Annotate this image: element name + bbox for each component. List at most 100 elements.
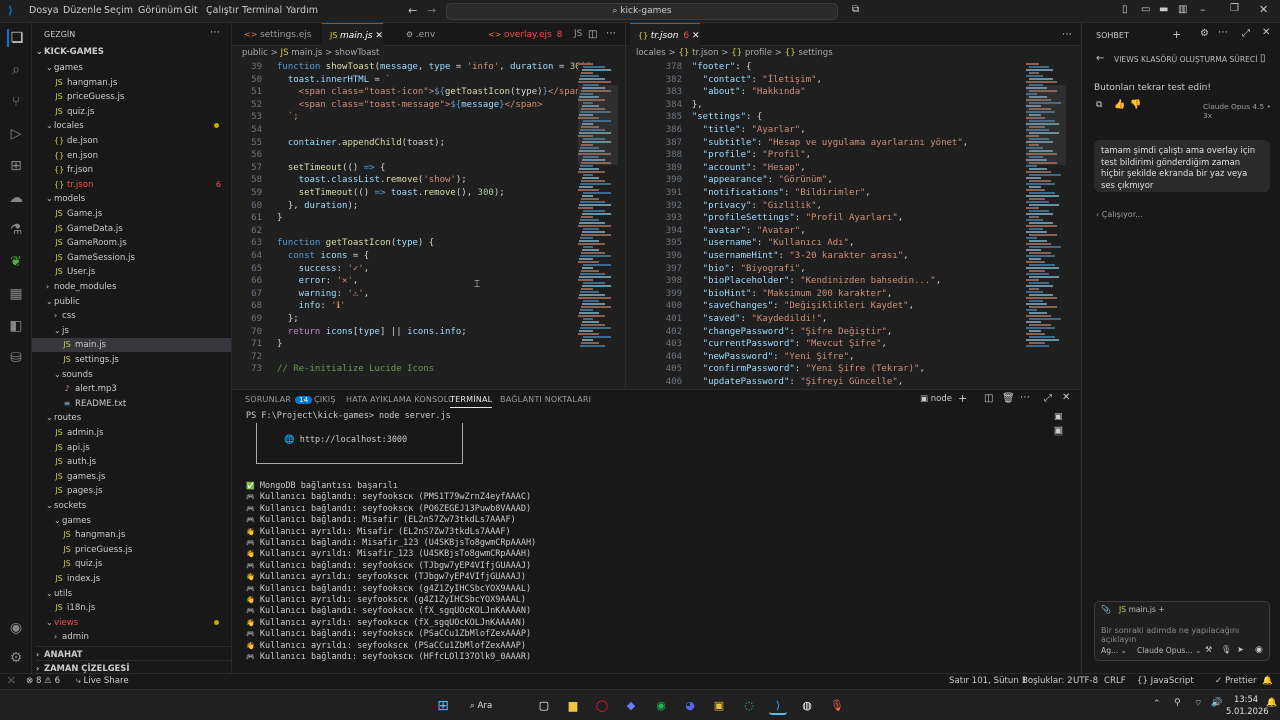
tree-file[interactable]: {} en.json <box>32 149 231 163</box>
mongodb-icon[interactable]: ❦ <box>7 253 25 271</box>
clock-time[interactable]: 13:54 <box>1234 694 1258 704</box>
layout-custom-icon[interactable]: ▥ <box>1178 4 1187 15</box>
menu-7[interactable]: Yardım <box>286 5 318 16</box>
task-view-icon[interactable]: ▢ <box>535 697 553 715</box>
tree-file[interactable]: ♪ alert.mp3 <box>32 382 231 396</box>
tree-folder[interactable]: ⌄js <box>32 324 231 338</box>
tree-folder[interactable]: ⌄routes <box>32 411 231 425</box>
prettier-status[interactable]: ✓ Prettier <box>1215 676 1257 686</box>
tree-file[interactable]: JS GameSession.js <box>32 251 231 265</box>
layout-panel-bottom-icon[interactable]: ▬ <box>1159 4 1168 15</box>
breadcrumb-item[interactable]: main.js <box>291 48 325 58</box>
extensions-icon[interactable]: ⊞ <box>7 157 25 175</box>
menu-3[interactable]: Görünüm <box>138 5 182 16</box>
test-icon[interactable]: ⚗ <box>7 221 25 239</box>
breadcrumb-item[interactable]: JS <box>281 48 292 58</box>
whatsapp-icon[interactable]: ◌ <box>740 697 758 715</box>
thumbs-up-icon[interactable]: 👍 <box>1114 100 1125 110</box>
tray-chevron-icon[interactable]: ⌃ <box>1153 699 1161 709</box>
spotify-icon[interactable]: ◉ <box>652 697 670 715</box>
breadcrumb-item[interactable]: > <box>721 48 731 58</box>
minimize-icon[interactable]: – <box>1200 3 1206 16</box>
tree-file[interactable]: JS api.js <box>32 441 231 455</box>
context-chip[interactable]: JS main.js + <box>1119 605 1165 614</box>
clock-date[interactable]: 5.01.2026 <box>1226 706 1269 716</box>
tree-file[interactable]: JS User.js <box>32 265 231 279</box>
close-panel-icon[interactable]: ✕ <box>1062 392 1070 403</box>
layout-panel-icon[interactable]: ▭ <box>1141 4 1150 15</box>
volume-icon[interactable]: 🔊 <box>1211 698 1222 708</box>
terminal-shell-label[interactable]: ▣ node <box>920 394 952 404</box>
containers-icon[interactable]: ◧ <box>7 317 25 335</box>
layout-sidebar-icon[interactable]: ▯ <box>1122 4 1128 15</box>
breadcrumb-item[interactable]: profile <box>745 48 775 58</box>
breadcrumb-item[interactable]: tr.json <box>692 48 721 58</box>
encoding[interactable]: UTF-8 <box>1073 676 1098 686</box>
tree-file[interactable]: {} de.json <box>32 134 231 148</box>
panel-tab[interactable]: HATA AYIKLAMA KONSOLU <box>346 395 454 404</box>
tree-file[interactable]: JS Game.js <box>32 207 231 221</box>
tree-file[interactable]: JS GameRoom.js <box>32 236 231 250</box>
cursor-position[interactable]: Satır 101, Sütun 1 <box>949 676 1027 686</box>
editor-tab[interactable]: ⚙ .env <box>398 23 435 46</box>
windows-start-icon[interactable]: ⊞ <box>434 697 452 715</box>
menu-4[interactable]: Git <box>184 5 198 16</box>
run-debug-icon[interactable]: ▷ <box>7 125 25 143</box>
close-tab-icon[interactable]: ✕ <box>373 31 383 41</box>
app-icon[interactable]: ▣ <box>710 697 728 715</box>
tree-file[interactable]: JS i18n.js <box>32 601 231 615</box>
close-tab-icon[interactable]: ✕ <box>689 31 700 41</box>
explorer-icon[interactable]: ❏ <box>7 29 25 47</box>
split-terminal-icon[interactable]: ◫ <box>984 393 993 404</box>
tree-folder[interactable]: ⌄public <box>32 295 231 309</box>
back-icon[interactable]: ← <box>1096 53 1104 64</box>
tools-icon[interactable]: ⚒ <box>1205 645 1212 654</box>
minimap[interactable] <box>578 63 618 389</box>
breadcrumb-item[interactable]: public <box>242 48 271 58</box>
indentation[interactable]: Boşluklar: 2 <box>1022 676 1073 686</box>
source-control-icon[interactable]: ⑂ <box>7 93 25 111</box>
new-terminal-icon[interactable]: + <box>958 392 967 405</box>
menu-2[interactable]: Seçim <box>104 5 133 16</box>
tree-file[interactable]: JS hangman.js <box>32 76 231 90</box>
taskbar-search[interactable]: ⌕ Ara <box>470 697 520 715</box>
remote-icon[interactable]: ⤫ <box>8 676 15 686</box>
tree-file[interactable]: JS games.js <box>32 470 231 484</box>
panel-tab[interactable]: TERMİNAL <box>450 395 493 408</box>
opera-icon[interactable]: ◯ <box>593 697 611 715</box>
tree-folder[interactable]: ⌄models <box>32 192 231 206</box>
maximize-panel-icon[interactable]: ⤢ <box>1044 393 1052 404</box>
chat-settings-icon[interactable]: ⚙ <box>1200 28 1209 39</box>
notifications-icon[interactable]: 🔔 <box>1262 676 1273 686</box>
minimap-slider[interactable] <box>578 85 618 165</box>
chat-input[interactable]: Bir sonraki adımda ne yapılacağını açıkl… <box>1101 626 1269 644</box>
breadcrumb-item[interactable]: > <box>775 48 785 58</box>
breadcrumb-item[interactable]: locales <box>636 48 669 58</box>
timeline-section[interactable]: › ZAMAN ÇİZELGESİ <box>36 660 232 673</box>
breadcrumb-item[interactable]: {} <box>678 48 692 58</box>
editor-tab[interactable]: JS main.js ✕ <box>322 23 383 46</box>
editor-tab[interactable]: <> settings.ejs <box>236 23 311 46</box>
tree-folder[interactable]: ⌄games <box>32 514 231 528</box>
live-share-button[interactable]: ⤷ Live Share <box>76 676 129 686</box>
settings-gear-icon[interactable]: ⚙ <box>7 649 25 667</box>
more-actions-icon[interactable]: ⋯ <box>1020 392 1030 403</box>
language-mode[interactable]: {} JavaScript <box>1137 676 1194 686</box>
copilot-icon[interactable]: ⧉ <box>852 4 859 15</box>
project-header[interactable]: ⌄KICK-GAMES <box>36 47 104 57</box>
line-ending[interactable]: CRLF <box>1104 676 1126 686</box>
editor-tab[interactable]: {} tr.json 6 ✕ <box>630 23 700 46</box>
maximize-icon[interactable]: ❐ <box>1230 3 1239 14</box>
tree-file[interactable]: {} tr.json 6 <box>32 178 231 192</box>
panel-tab[interactable]: BAĞLANTI NOKTALARI <box>500 395 591 404</box>
search-icon[interactable]: ⌕ <box>7 61 25 79</box>
editor-tab[interactable]: <> overlay.ejs 8 <box>480 23 562 46</box>
tree-folder[interactable]: ⌄sounds <box>32 368 231 382</box>
nav-back-icon[interactable]: ← <box>408 4 417 17</box>
panel-tab[interactable]: ÇIKIŞ <box>314 395 336 404</box>
tree-folder[interactable]: › css <box>32 309 231 323</box>
discord-icon[interactable]: ◕ <box>681 697 699 715</box>
database-icon[interactable]: ⛁ <box>7 349 25 367</box>
new-chat-icon[interactable]: + <box>1172 28 1181 41</box>
minimap[interactable] <box>1026 63 1066 389</box>
